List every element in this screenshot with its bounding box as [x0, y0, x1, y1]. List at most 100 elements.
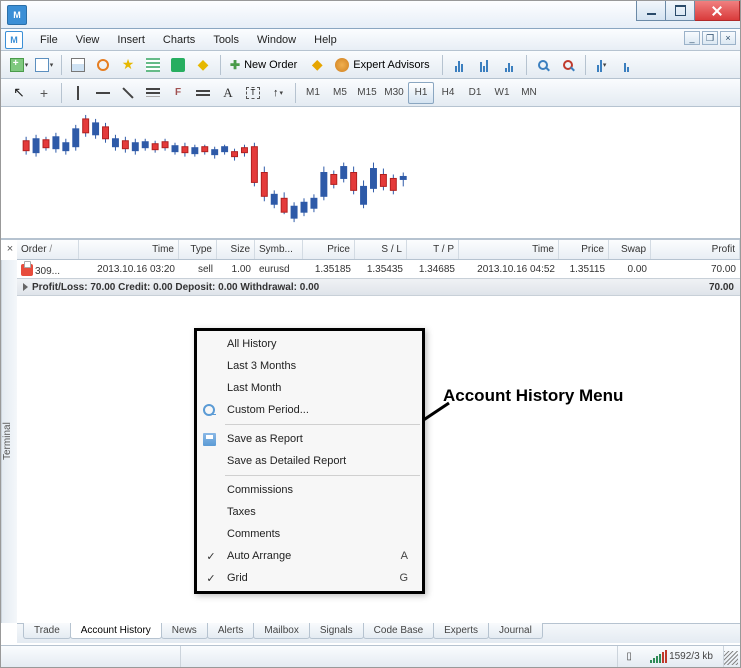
ctx-all-history[interactable]: All History	[197, 333, 422, 355]
new-chart-button[interactable]: ▾	[7, 54, 31, 76]
menu-charts[interactable]: Charts	[154, 32, 204, 48]
tab-code-base[interactable]: Code Base	[363, 623, 434, 639]
status-spacer	[181, 646, 618, 667]
timeframe-mn[interactable]: MN	[516, 82, 542, 104]
resize-grip[interactable]	[724, 651, 738, 665]
menu-tools[interactable]: Tools	[204, 32, 248, 48]
timeframe-w1[interactable]: W1	[489, 82, 515, 104]
menu-file[interactable]: File	[31, 32, 67, 48]
vertical-line-button[interactable]	[66, 82, 90, 104]
window-titlebar: M	[1, 1, 740, 29]
ctx-last-3-months[interactable]: Last 3 Months	[197, 355, 422, 377]
col-time[interactable]: Time	[79, 240, 179, 259]
ctx-custom-period[interactable]: Custom Period...	[197, 399, 422, 421]
cell-time: 2013.10.16 03:20	[79, 263, 179, 276]
terminal-button[interactable]	[141, 54, 165, 76]
text-label-button[interactable]: T	[241, 82, 265, 104]
chart-bar-button[interactable]	[447, 54, 471, 76]
metaquotes-button[interactable]: ◆	[305, 54, 329, 76]
chart-candle-button[interactable]	[472, 54, 496, 76]
ctx-last-month[interactable]: Last Month	[197, 377, 422, 399]
col-time2[interactable]: Time	[459, 240, 559, 259]
expert-advisors-button[interactable]: Expert Advisors	[330, 54, 436, 76]
mdi-restore-button[interactable]: ❐	[702, 31, 718, 45]
tab-news[interactable]: News	[161, 623, 208, 639]
cursor-button[interactable]: ↖	[7, 82, 31, 104]
timeframe-h4[interactable]: H4	[435, 82, 461, 104]
zoom-in-button[interactable]	[531, 54, 555, 76]
timeframe-m15[interactable]: M15	[354, 82, 380, 104]
app-icon: M	[7, 5, 27, 25]
timeframe-m5[interactable]: M5	[327, 82, 353, 104]
channel-button[interactable]	[191, 82, 215, 104]
ctx-save-report[interactable]: Save as Report	[197, 428, 422, 450]
col-price[interactable]: Price	[303, 240, 355, 259]
mdi-minimize-button[interactable]: _	[684, 31, 700, 45]
status-transfer: 1592/3 kb	[669, 651, 713, 662]
col-price2[interactable]: Price	[559, 240, 609, 259]
col-swap[interactable]: Swap	[609, 240, 651, 259]
col-order[interactable]: Order /	[17, 240, 79, 259]
tab-account-history[interactable]: Account History	[70, 623, 162, 639]
fibonacci-button[interactable]: F	[166, 82, 190, 104]
ctx-grid[interactable]: GridG	[197, 567, 422, 589]
horizontal-line-button[interactable]	[91, 82, 115, 104]
col-profit[interactable]: Profit	[651, 240, 740, 259]
text-button[interactable]: A	[216, 82, 240, 104]
mdi-close-button[interactable]: ×	[720, 31, 736, 45]
market-watch-button[interactable]	[66, 54, 90, 76]
cell-time2: 2013.10.16 04:52	[459, 263, 559, 276]
menu-insert[interactable]: Insert	[108, 32, 154, 48]
ctx-commissions[interactable]: Commissions	[197, 479, 422, 501]
data-window-button[interactable]	[91, 54, 115, 76]
zoom-out-button[interactable]	[556, 54, 580, 76]
new-order-button[interactable]: ✚New Order	[225, 54, 304, 76]
chart-line-button[interactable]	[497, 54, 521, 76]
autoscroll-button[interactable]: ▾	[590, 54, 614, 76]
tab-alerts[interactable]: Alerts	[207, 623, 255, 639]
timeframe-h1[interactable]: H1	[408, 82, 434, 104]
chart-shift-button[interactable]	[615, 54, 639, 76]
col-size[interactable]: Size	[217, 240, 255, 259]
arrows-button[interactable]: ↑▾	[266, 82, 290, 104]
tab-mailbox[interactable]: Mailbox	[253, 623, 309, 639]
table-row[interactable]: 309... 2013.10.16 03:20 sell 1.00 eurusd…	[17, 260, 740, 278]
col-symbol[interactable]: Symb...	[255, 240, 303, 259]
ctx-auto-arrange[interactable]: Auto ArrangeA	[197, 545, 422, 567]
equidistant-button[interactable]	[141, 82, 165, 104]
ctx-comments[interactable]: Comments	[197, 523, 422, 545]
timeframe-m30[interactable]: M30	[381, 82, 407, 104]
timeframe-d1[interactable]: D1	[462, 82, 488, 104]
navigator-button[interactable]: ★	[116, 54, 140, 76]
menu-view[interactable]: View	[67, 32, 109, 48]
window-close-button[interactable]	[694, 1, 740, 21]
chart-area[interactable]	[1, 107, 740, 239]
status-bar: ▯ 1592/3 kb	[1, 645, 740, 667]
col-type[interactable]: Type	[179, 240, 217, 259]
tab-trade[interactable]: Trade	[23, 623, 71, 639]
status-connection: 1592/3 kb	[640, 646, 724, 667]
tab-experts[interactable]: Experts	[433, 623, 489, 639]
menu-help[interactable]: Help	[305, 32, 346, 48]
col-sl[interactable]: S / L	[355, 240, 407, 259]
cell-price2: 1.35115	[559, 263, 609, 276]
window-maximize-button[interactable]	[665, 1, 695, 21]
toolbar-main: ▾ ▾ ★ ◆ ✚New Order ◆ Expert Advisors ▾	[1, 51, 740, 79]
timeframe-m1[interactable]: M1	[300, 82, 326, 104]
terminal-close-button[interactable]: ×	[3, 242, 17, 256]
col-tp[interactable]: T / P	[407, 240, 459, 259]
menu-window[interactable]: Window	[248, 32, 305, 48]
signals-button[interactable]: ◆	[191, 54, 215, 76]
summary-row[interactable]: Profit/Loss: 70.00 Credit: 0.00 Deposit:…	[17, 278, 740, 296]
menu-bar: M File View Insert Charts Tools Window H…	[1, 29, 740, 51]
tab-signals[interactable]: Signals	[309, 623, 364, 639]
ctx-save-detailed[interactable]: Save as Detailed Report	[197, 450, 422, 472]
strategy-tester-button[interactable]	[166, 54, 190, 76]
crosshair-button[interactable]: +	[32, 82, 56, 104]
tab-journal[interactable]: Journal	[488, 623, 543, 639]
window-minimize-button[interactable]	[636, 1, 666, 21]
profiles-button[interactable]: ▾	[32, 54, 56, 76]
terminal-vertical-label: Terminal	[1, 260, 17, 623]
trendline-button[interactable]	[116, 82, 140, 104]
ctx-taxes[interactable]: Taxes	[197, 501, 422, 523]
